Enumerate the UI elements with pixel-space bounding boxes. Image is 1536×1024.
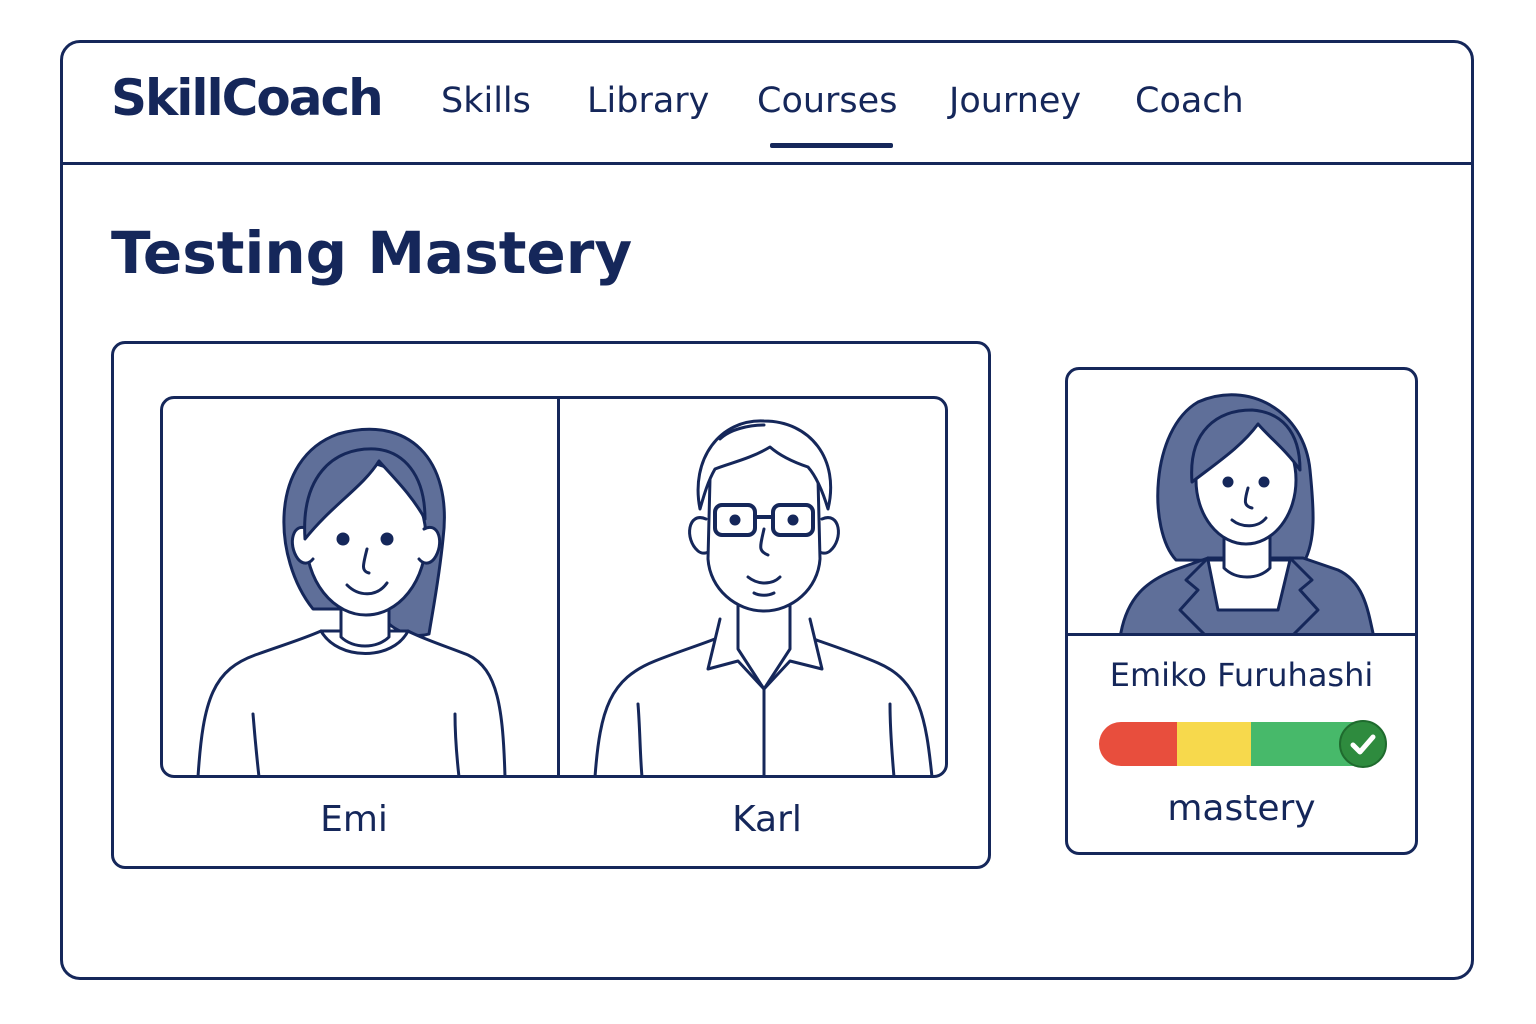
nav-item-coach[interactable]: Coach xyxy=(1135,81,1244,121)
mastery-meter xyxy=(1099,720,1387,768)
nav-item-skills[interactable]: Skills xyxy=(441,81,531,121)
check-icon xyxy=(1339,720,1387,768)
nav-item-library[interactable]: Library xyxy=(587,81,709,121)
meter-segment-yellow xyxy=(1177,722,1251,766)
nav-item-journey[interactable]: Journey xyxy=(949,81,1081,121)
learner-profile-card[interactable]: Emiko Furuhashi mastery xyxy=(1065,367,1418,855)
page-title: Testing Mastery xyxy=(111,219,633,287)
app-window: SkillCoach Skills Library Courses Journe… xyxy=(60,40,1474,980)
participant-name-karl: Karl xyxy=(732,799,802,840)
participant-tile-emi[interactable] xyxy=(163,399,557,775)
participant-tile-karl[interactable] xyxy=(560,399,945,775)
woman-avatar-icon xyxy=(196,427,507,775)
profile-photo xyxy=(1068,370,1415,636)
active-tab-indicator xyxy=(770,143,893,148)
session-card: Emi Karl xyxy=(111,341,991,869)
mastery-status-label: mastery xyxy=(1167,788,1316,829)
man-with-glasses-avatar-icon xyxy=(593,419,934,775)
nav-item-courses[interactable]: Courses xyxy=(757,81,897,121)
brand-logo[interactable]: SkillCoach xyxy=(111,69,384,127)
learner-name: Emiko Furuhashi xyxy=(1109,656,1374,694)
woman-in-blazer-avatar-icon xyxy=(1119,393,1375,633)
video-panel xyxy=(160,396,948,778)
meter-segment-red xyxy=(1099,722,1177,766)
participant-name-emi: Emi xyxy=(320,799,388,840)
top-navigation-bar: SkillCoach Skills Library Courses Journe… xyxy=(63,43,1471,165)
